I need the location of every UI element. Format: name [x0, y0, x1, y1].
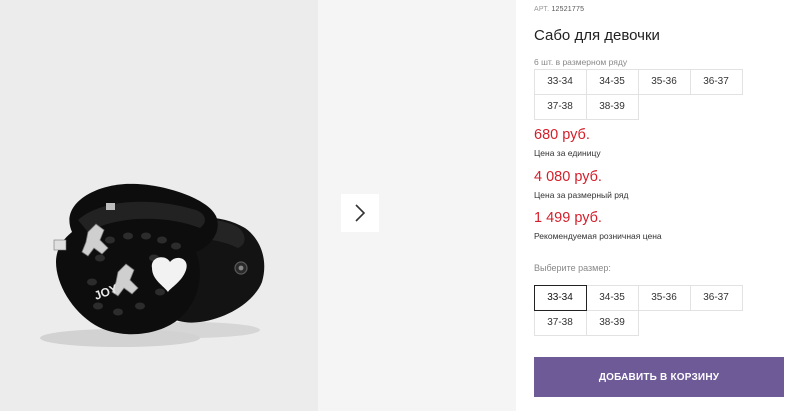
product-gallery: JOY [0, 0, 516, 411]
size-option-selected[interactable]: 33-34 [533, 284, 587, 311]
pack-size-grid: 33-34 34-35 35-36 36-37 37-38 38-39 [533, 68, 743, 120]
size-option[interactable]: 38-39 [585, 309, 639, 336]
size-selector: 33-34 34-35 35-36 36-37 37-38 38-39 [533, 284, 743, 336]
clog-shoes-image: JOY [0, 0, 318, 411]
size-option[interactable]: 35-36 [637, 284, 691, 311]
select-size-label: Выберите размер: [534, 263, 611, 273]
pack-size-cell: 33-34 [533, 68, 587, 95]
pack-size-cell: 38-39 [585, 93, 639, 120]
pack-size-cell: 34-35 [585, 68, 639, 95]
pack-size-cell: 37-38 [533, 93, 587, 120]
size-option[interactable]: 34-35 [585, 284, 639, 311]
size-option[interactable]: 36-37 [689, 284, 743, 311]
chevron-right-icon [355, 204, 366, 222]
pack-price: 4 080 руб. [534, 169, 602, 185]
article-value: 12521775 [551, 6, 585, 13]
size-option[interactable]: 37-38 [533, 309, 587, 336]
pack-note: 6 шт. в размерном ряду [534, 57, 628, 67]
article-label: АРТ. [534, 6, 550, 13]
unit-price: 680 руб. [534, 127, 590, 143]
next-image-button[interactable] [341, 194, 379, 232]
retail-price: 1 499 руб. [534, 210, 602, 226]
product-info-panel: АРТ. 12521775 Сабо для девочки 6 шт. в р… [533, 0, 800, 411]
product-title: Сабо для девочки [534, 27, 660, 44]
pack-size-cell: 35-36 [637, 68, 691, 95]
retail-price-label: Рекомендуемая розничная цена [534, 231, 662, 241]
pack-price-label: Цена за размерный ряд [534, 190, 629, 200]
unit-price-label: Цена за единицу [534, 148, 601, 158]
add-to-cart-button[interactable]: ДОБАВИТЬ В КОРЗИНУ [534, 357, 784, 397]
product-photo[interactable]: JOY [0, 0, 318, 411]
pack-size-cell: 36-37 [689, 68, 743, 95]
article-number: АРТ. 12521775 [534, 6, 584, 13]
